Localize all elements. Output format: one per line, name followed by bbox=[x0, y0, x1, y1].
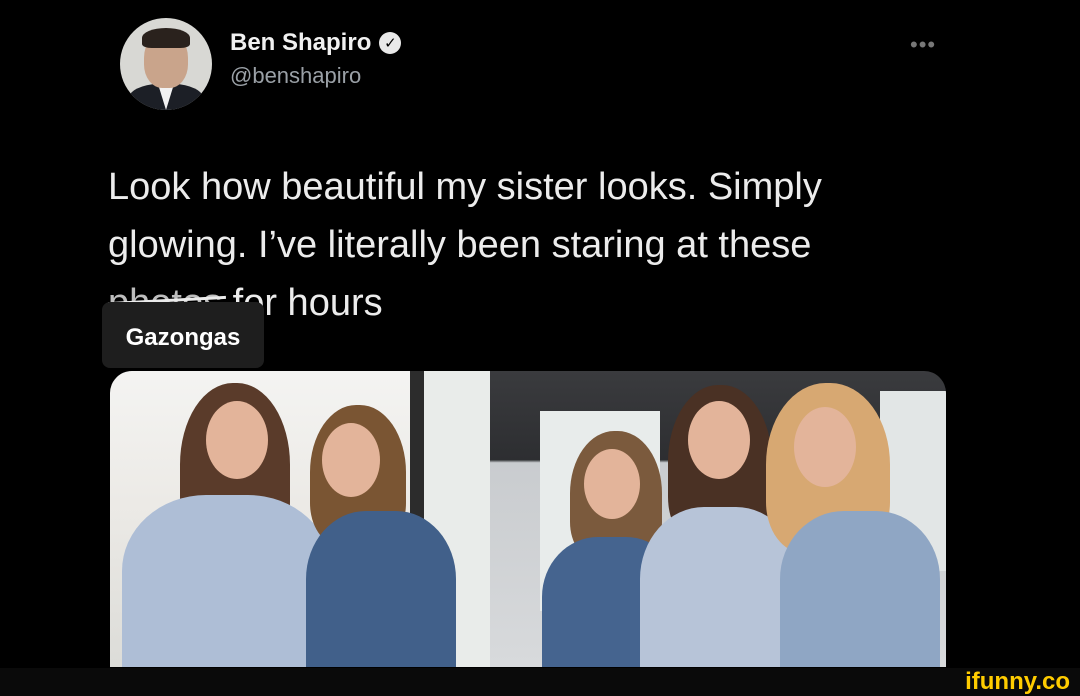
verified-badge-icon: ✓ bbox=[379, 32, 402, 54]
person-jacket bbox=[780, 511, 940, 667]
person-head bbox=[688, 401, 750, 479]
tweet-text-line2: glowing. I’ve literally been staring at … bbox=[108, 224, 812, 266]
person-jacket bbox=[306, 511, 456, 667]
avatar[interactable] bbox=[120, 18, 212, 110]
display-name[interactable]: Ben Shapiro bbox=[230, 29, 371, 57]
avatar-hair bbox=[142, 28, 190, 48]
person-head bbox=[322, 423, 380, 497]
photo-left[interactable] bbox=[110, 371, 490, 667]
author-block: Ben Shapiro ✓ @benshapiro bbox=[230, 29, 402, 89]
footer-bar bbox=[0, 668, 1080, 696]
handle[interactable]: @benshapiro bbox=[230, 63, 401, 89]
name-row: Ben Shapiro ✓ bbox=[230, 29, 402, 57]
caption-label: Gazongas bbox=[125, 324, 241, 351]
tweet-text-line1: Look how beautiful my sister looks. Simp… bbox=[108, 166, 822, 208]
caption-overlay: Gazongas bbox=[102, 302, 264, 368]
photo-right[interactable] bbox=[490, 371, 946, 667]
tweet-header: Ben Shapiro ✓ @benshapiro bbox=[120, 18, 402, 110]
ifunny-watermark: ifunny.co bbox=[965, 668, 1070, 695]
tweet-media[interactable] bbox=[110, 371, 946, 667]
more-options-icon[interactable]: ••• bbox=[910, 32, 936, 58]
person-head bbox=[206, 401, 268, 479]
person-head bbox=[794, 407, 856, 487]
person-body bbox=[122, 495, 332, 667]
person-head bbox=[584, 449, 640, 519]
